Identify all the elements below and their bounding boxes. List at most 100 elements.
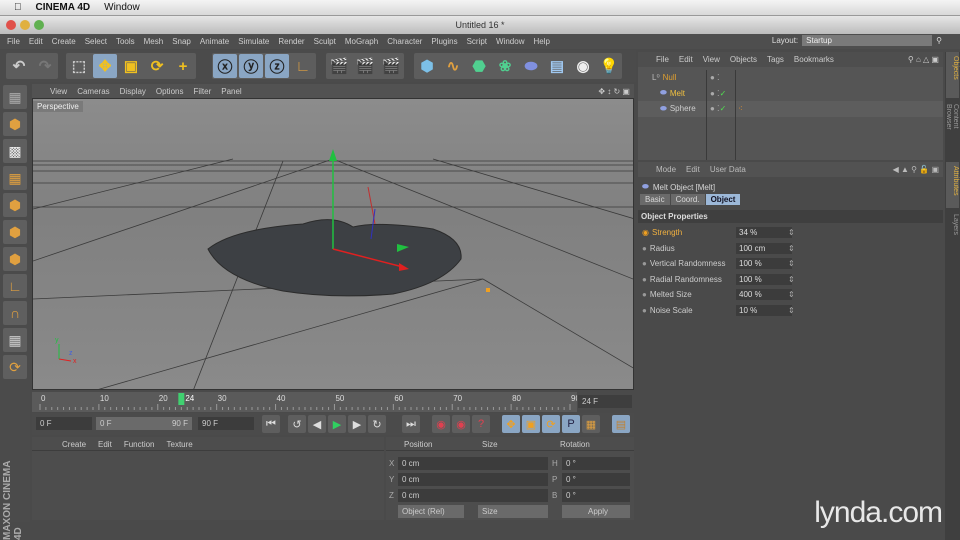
menu-plugins[interactable]: Plugins xyxy=(431,37,457,46)
rotation-field[interactable]: 0 ° xyxy=(562,489,630,502)
rotation-field[interactable]: 0 ° xyxy=(562,457,630,470)
polygons-mode-icon[interactable]: ⬢ xyxy=(3,247,27,271)
position-field[interactable]: 0 cm xyxy=(398,473,548,486)
om-menu-tags[interactable]: Tags xyxy=(767,55,784,67)
object-row[interactable]: L⁰ Null ● ⁚ xyxy=(638,70,943,86)
object-row[interactable]: ⬬ Sphere ● ⁚✓ ⁖ xyxy=(638,101,943,117)
edges-mode-icon[interactable]: ⬢ xyxy=(3,220,27,244)
next-key-icon[interactable]: ↻ xyxy=(368,415,386,433)
animate-dot-icon[interactable]: ● xyxy=(642,244,647,253)
floor-icon[interactable]: ▤ xyxy=(545,54,569,78)
snap-icon[interactable]: ∩ xyxy=(3,301,27,325)
tab-object[interactable]: Object xyxy=(705,194,741,205)
move-tool-icon[interactable]: ✥ xyxy=(93,54,117,78)
play-icon[interactable]: ▶ xyxy=(328,415,346,433)
material-menu-texture[interactable]: Texture xyxy=(167,440,193,450)
coord-mode-dropdown[interactable]: Object (Rel) xyxy=(398,505,464,518)
attr-menu-edit[interactable]: Edit xyxy=(686,165,700,177)
start-frame-field[interactable]: 0 F xyxy=(36,417,92,430)
material-menu-edit[interactable]: Edit xyxy=(98,440,112,450)
menu-render[interactable]: Render xyxy=(278,37,304,46)
menu-character[interactable]: Character xyxy=(387,37,422,46)
key-pla-icon[interactable]: ▦ xyxy=(582,415,600,433)
stepper-icon[interactable]: ⇕ xyxy=(788,306,795,315)
property-value[interactable]: 10 % xyxy=(736,304,792,316)
fps-field[interactable]: 24 F xyxy=(578,395,632,408)
playhead[interactable] xyxy=(178,393,185,405)
viewport-menu-cameras[interactable]: Cameras xyxy=(77,87,109,96)
apply-button[interactable]: Apply xyxy=(562,505,630,518)
key-parameter-icon[interactable]: P xyxy=(562,415,580,433)
workplane-icon[interactable]: ▦ xyxy=(3,166,27,190)
menu-create[interactable]: Create xyxy=(52,37,76,46)
range-slider[interactable]: 0 F 90 F xyxy=(96,417,192,430)
stepper-icon[interactable]: ⇕ xyxy=(788,275,795,284)
animate-dot-icon[interactable]: ● xyxy=(642,306,647,315)
key-position-icon[interactable]: ✥ xyxy=(502,415,520,433)
zoom-button[interactable] xyxy=(34,20,44,30)
record-icon[interactable]: ◉ xyxy=(432,415,450,433)
stepper-icon[interactable]: ⇕ xyxy=(788,290,795,299)
om-menu-file[interactable]: File xyxy=(656,55,669,67)
menu-window[interactable]: Window xyxy=(496,37,524,46)
menu-help[interactable]: Help xyxy=(533,37,549,46)
property-value[interactable]: 100 cm xyxy=(736,242,792,254)
key-rotation-icon[interactable]: ⟳ xyxy=(542,415,560,433)
render-settings-icon[interactable]: 🎬 xyxy=(379,54,403,78)
animate-dot-icon[interactable]: ● xyxy=(642,275,647,284)
next-frame-icon[interactable]: ▶ xyxy=(348,415,366,433)
menu-sculpt[interactable]: Sculpt xyxy=(314,37,336,46)
animate-dot-icon[interactable]: ● xyxy=(642,290,647,299)
visibility-dots[interactable]: ● ⁚✓ xyxy=(710,104,726,113)
attr-menu-mode[interactable]: Mode xyxy=(656,165,676,177)
go-to-start-icon[interactable]: ⏮ xyxy=(262,415,280,433)
menu-simulate[interactable]: Simulate xyxy=(238,37,269,46)
y-axis-icon[interactable]: ⓨ xyxy=(239,54,263,78)
menu-animate[interactable]: Animate xyxy=(200,37,229,46)
property-value[interactable]: 100 % xyxy=(736,273,792,285)
position-field[interactable]: 0 cm xyxy=(398,489,548,502)
go-to-end-icon[interactable]: ⏭ xyxy=(402,415,420,433)
material-tag-icon[interactable]: ⁖ xyxy=(738,104,743,113)
side-tab-layers[interactable]: Layers xyxy=(946,210,959,244)
mograph-cloner-icon[interactable]: ❀ xyxy=(493,54,517,78)
property-value[interactable]: 400 % xyxy=(736,289,792,301)
om-toolbar-icons[interactable]: ⚲ ⌂ △ ▣ xyxy=(908,55,943,67)
texture-mode-icon[interactable]: ▩ xyxy=(3,139,27,163)
property-value[interactable]: 34 % xyxy=(736,227,792,239)
scheme-icon[interactable]: ▤ xyxy=(612,415,630,433)
z-axis-icon[interactable]: ⓩ xyxy=(265,54,289,78)
timeline[interactable]: 0 10 20 30 40 50 60 70 80 90 24 xyxy=(32,392,580,412)
stepper-icon[interactable]: ⇕ xyxy=(788,259,795,268)
window-menu[interactable]: Window xyxy=(104,2,140,13)
property-value[interactable]: 100 % xyxy=(736,258,792,270)
make-editable-icon[interactable]: ▦ xyxy=(3,85,27,109)
side-tab-content-browser[interactable]: Content Browser xyxy=(945,100,959,160)
close-button[interactable] xyxy=(6,20,16,30)
menu-mesh[interactable]: Mesh xyxy=(144,37,164,46)
animate-dot-icon[interactable]: ● xyxy=(642,259,647,268)
viewport-menu-options[interactable]: Options xyxy=(156,87,184,96)
menu-mograph[interactable]: MoGraph xyxy=(345,37,378,46)
redo-icon[interactable]: ↷ xyxy=(33,54,57,78)
attr-menu-user-data[interactable]: User Data xyxy=(710,165,746,177)
previous-frame-icon[interactable]: ◀ xyxy=(308,415,326,433)
om-menu-bookmarks[interactable]: Bookmarks xyxy=(794,55,834,67)
spline-icon[interactable]: ∿ xyxy=(441,54,465,78)
viewport-menu-display[interactable]: Display xyxy=(120,87,146,96)
camera-icon[interactable]: ◉ xyxy=(571,54,595,78)
menu-script[interactable]: Script xyxy=(467,37,487,46)
coordinate-system-icon[interactable]: ∟ xyxy=(291,54,315,78)
search-icon[interactable]: ⚲ xyxy=(936,36,942,45)
live-selection-icon[interactable]: + xyxy=(171,54,195,78)
position-field[interactable]: 0 cm xyxy=(398,457,548,470)
menu-file[interactable]: File xyxy=(7,37,20,46)
model-mode-icon[interactable]: ⬢ xyxy=(3,112,27,136)
om-menu-edit[interactable]: Edit xyxy=(679,55,693,67)
material-menu-create[interactable]: Create xyxy=(62,440,86,450)
menu-edit[interactable]: Edit xyxy=(29,37,43,46)
om-menu-view[interactable]: View xyxy=(703,55,720,67)
object-row[interactable]: ⬬ Melt ● ⁚✓ xyxy=(638,86,943,102)
tab-basic[interactable]: Basic xyxy=(640,194,670,205)
app-menu[interactable]: CINEMA 4D xyxy=(36,2,91,13)
